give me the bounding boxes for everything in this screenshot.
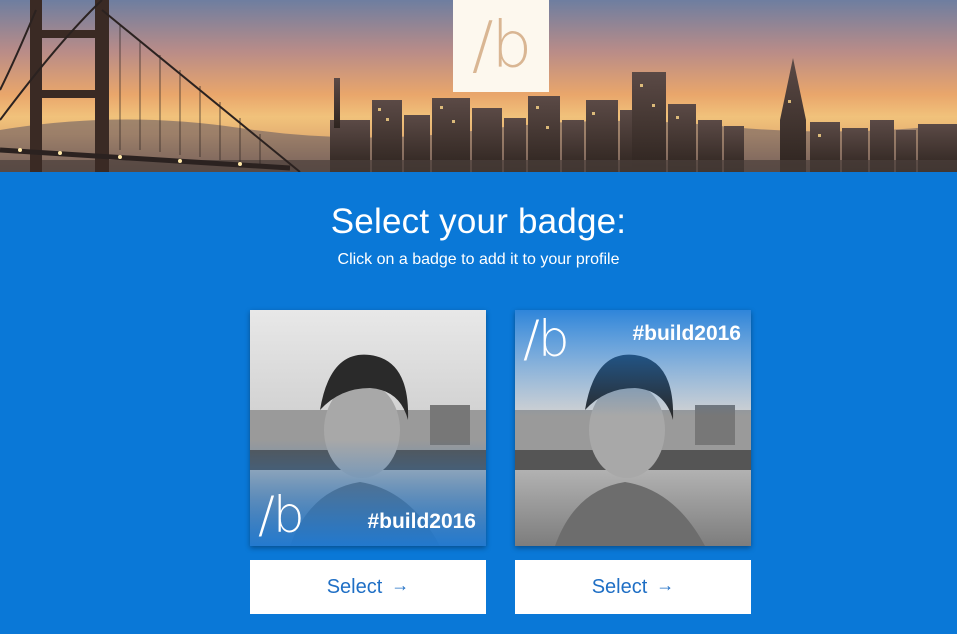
- select-badge-2-button[interactable]: Select →: [515, 560, 751, 614]
- page-title: Select your badge:: [330, 202, 627, 241]
- badge-logo-text: /b: [258, 486, 305, 544]
- select-button-label: Select: [326, 575, 383, 598]
- badge-hashtag: #build2016: [632, 322, 741, 345]
- arrow-right-icon: →: [656, 574, 675, 595]
- arrow-right-icon: →: [391, 574, 410, 595]
- badge-option-1[interactable]: /b #build2016: [250, 310, 486, 546]
- build-logo-text: /b: [471, 9, 532, 83]
- build-logo[interactable]: /b: [453, 0, 549, 92]
- select-badge-1-button[interactable]: Select →: [250, 560, 486, 614]
- select-button-label: Select: [591, 575, 648, 598]
- badge-logo-text: /b: [523, 310, 570, 368]
- badge-hashtag: #build2016: [367, 510, 476, 533]
- page-subtitle: Click on a badge to add it to your profi…: [337, 251, 620, 268]
- badge-option-2[interactable]: /b #build2016: [515, 310, 751, 546]
- header-banner: /b: [0, 0, 957, 172]
